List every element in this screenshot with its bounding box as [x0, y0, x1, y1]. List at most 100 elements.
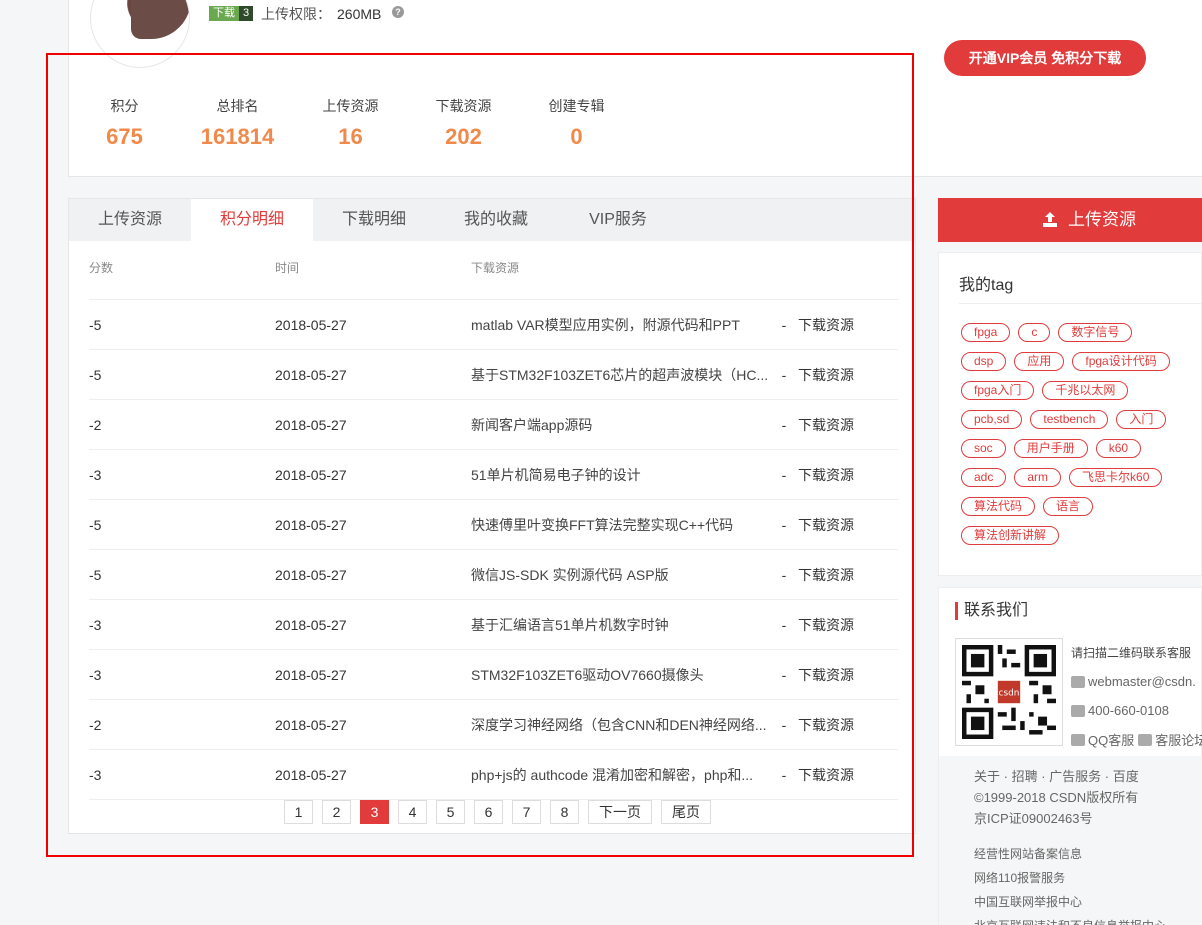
row-download-link[interactable]: 下载资源: [792, 500, 882, 549]
last-page-button[interactable]: 尾页: [661, 800, 711, 824]
next-page-button[interactable]: 下一页: [588, 800, 652, 824]
row-resource-title[interactable]: 深度学习神经网络（包含CNN和DEN神经网络...: [471, 700, 776, 749]
row-download-link[interactable]: 下载资源: [792, 400, 882, 449]
row-separator: -: [781, 317, 787, 333]
tag-item[interactable]: pcb,sd: [961, 410, 1023, 429]
table-row: -5 2018-05-27 微信JS-SDK 实例源代码 ASP版 - 下载资源: [89, 550, 898, 600]
tag-item[interactable]: 飞思卡尔k60: [1069, 468, 1163, 487]
tab-vip-service[interactable]: VIP服务: [557, 199, 679, 241]
tag-item[interactable]: 数字信号: [1058, 323, 1133, 342]
stat-label: 积分: [110, 98, 139, 114]
tag-item[interactable]: 应用: [1014, 352, 1065, 371]
page-5[interactable]: 5: [436, 800, 465, 824]
footer-link-about[interactable]: 关于: [974, 769, 1000, 784]
tag-item[interactable]: dsp: [961, 352, 1007, 371]
row-download-link[interactable]: 下载资源: [792, 550, 882, 599]
contact-service-links: QQ客服 客服论坛: [1071, 725, 1202, 754]
help-icon[interactable]: ?: [392, 6, 404, 18]
row-separator: -: [781, 767, 787, 783]
row-time: 2018-05-27: [275, 567, 347, 583]
row-download-link[interactable]: 下载资源: [792, 700, 882, 749]
tab-points-detail[interactable]: 积分明细: [191, 199, 313, 241]
row-score: -3: [89, 767, 102, 783]
stat-uploads[interactable]: 上传资源 16: [294, 96, 407, 150]
tag-item[interactable]: 算法创新讲解: [961, 526, 1060, 545]
tag-item[interactable]: adc: [961, 468, 1007, 487]
phone-icon: [1071, 704, 1085, 717]
pagination: 1 2 3 4 5 6 7 8 下一页 尾页: [284, 800, 720, 824]
tag-item[interactable]: c: [1018, 323, 1051, 342]
tag-item[interactable]: testbench: [1030, 410, 1109, 429]
vip-button[interactable]: 开通VIP会员 免积分下载: [944, 40, 1146, 76]
row-resource-title[interactable]: 51单片机简易电子钟的设计: [471, 450, 776, 499]
row-download-link[interactable]: 下载资源: [792, 300, 882, 349]
contact-email[interactable]: webmaster@csdn.: [1071, 667, 1202, 696]
qr-code: csdn: [955, 638, 1063, 746]
row-resource-title[interactable]: STM32F103ZET6驱动OV7660摄像头: [471, 650, 776, 699]
page-7[interactable]: 7: [512, 800, 541, 824]
contact-card: 联系我们 csdn 请扫描二维码联系客服 webmaster@csdn. 400…: [938, 587, 1202, 925]
stat-albums[interactable]: 创建专辑 0: [520, 96, 633, 150]
row-resource-title[interactable]: 快速傅里叶变换FFT算法完整实现C++代码: [471, 500, 776, 549]
footer-link-record[interactable]: 经营性网站备案信息: [974, 845, 1202, 869]
row-time: 2018-05-27: [275, 667, 347, 683]
table-row: -3 2018-05-27 php+js的 authcode 混淆加密和解密，php…: [89, 750, 898, 800]
tag-item[interactable]: 千兆以太网: [1042, 381, 1129, 400]
tab-favorites[interactable]: 我的收藏: [435, 199, 557, 241]
page-6[interactable]: 6: [474, 800, 503, 824]
upload-resource-button[interactable]: 上传资源: [938, 198, 1202, 242]
tab-uploads[interactable]: 上传资源: [69, 199, 191, 241]
page-3-current[interactable]: 3: [360, 800, 389, 824]
stat-label: 上传资源: [322, 98, 379, 114]
stat-downloads[interactable]: 下载资源 202: [407, 96, 520, 150]
page-1[interactable]: 1: [284, 800, 313, 824]
row-download-link[interactable]: 下载资源: [792, 750, 882, 799]
row-separator: -: [781, 417, 787, 433]
footer-link-baidu[interactable]: 百度: [1113, 769, 1139, 784]
row-resource-title[interactable]: 基于STM32F103ZET6芯片的超声波模块（HC...: [471, 350, 776, 399]
row-resource-title[interactable]: 微信JS-SDK 实例源代码 ASP版: [471, 550, 776, 599]
row-download-link[interactable]: 下载资源: [792, 650, 882, 699]
footer-link-beijing-report[interactable]: 北京互联网违法和不良信息举报中心: [974, 917, 1202, 925]
mail-icon: [1071, 675, 1085, 688]
page-2[interactable]: 2: [322, 800, 351, 824]
footer-link-110[interactable]: 网络110报警服务: [974, 869, 1202, 893]
badge-label: 下载: [209, 6, 239, 21]
tag-item[interactable]: arm: [1014, 468, 1062, 487]
tag-row: soc 用户手册 k60: [961, 439, 1202, 468]
badge-level: 3: [239, 6, 254, 21]
row-download-link[interactable]: 下载资源: [792, 350, 882, 399]
tag-item[interactable]: k60: [1095, 439, 1142, 458]
tag-row: dsp 应用 fpga设计代码: [961, 352, 1202, 381]
row-separator: -: [781, 567, 787, 583]
row-resource-title[interactable]: matlab VAR模型应用实例，附源代码和PPT: [471, 300, 776, 349]
row-download-link[interactable]: 下载资源: [792, 450, 882, 499]
tag-item[interactable]: soc: [961, 439, 1006, 458]
tag-item[interactable]: 语言: [1043, 497, 1094, 516]
row-resource-title[interactable]: php+js的 authcode 混淆加密和解密，php和...: [471, 750, 776, 799]
tab-download-detail[interactable]: 下载明细: [313, 199, 435, 241]
table-row: -5 2018-05-27 基于STM32F103ZET6芯片的超声波模块（HC..…: [89, 350, 898, 400]
footer-link-ads[interactable]: 广告服务: [1049, 769, 1101, 784]
contact-phone: 400-660-0108: [1071, 696, 1202, 725]
footer-link-report[interactable]: 中国互联网举报中心: [974, 893, 1202, 917]
page-8[interactable]: 8: [550, 800, 579, 824]
footer-link-jobs[interactable]: 招聘: [1012, 769, 1038, 784]
page-4[interactable]: 4: [398, 800, 427, 824]
row-time: 2018-05-27: [275, 367, 347, 383]
tag-item[interactable]: 用户手册: [1013, 439, 1088, 458]
tag-item[interactable]: fpga入门: [961, 381, 1035, 400]
icp-number[interactable]: 京ICP证09002463号: [974, 808, 1202, 829]
tag-item[interactable]: 入门: [1116, 410, 1167, 429]
row-resource-title[interactable]: 基于汇编语言51单片机数字时钟: [471, 600, 776, 649]
table-row: -5 2018-05-27 快速傅里叶变换FFT算法完整实现C++代码 - 下载资源: [89, 500, 898, 550]
row-download-link[interactable]: 下载资源: [792, 600, 882, 649]
tag-item[interactable]: fpga设计代码: [1072, 352, 1170, 371]
tag-item[interactable]: 算法代码: [961, 497, 1036, 516]
qq-service-link[interactable]: QQ客服: [1088, 730, 1134, 749]
row-resource-title[interactable]: 新闻客户端app源码: [471, 400, 776, 449]
tag-item[interactable]: fpga: [961, 323, 1011, 342]
row-separator: -: [781, 667, 787, 683]
service-forum-link[interactable]: 客服论坛: [1155, 730, 1202, 749]
table-header: 分数 时间 下载资源: [89, 259, 898, 300]
